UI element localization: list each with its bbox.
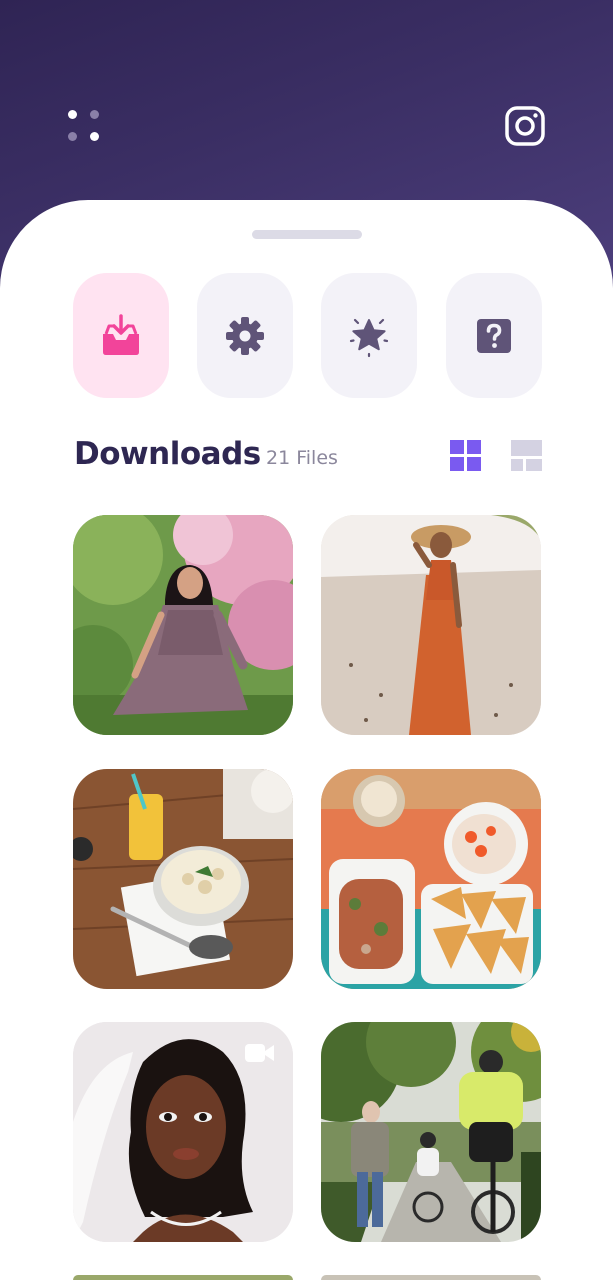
downloads-action-button[interactable] [73, 273, 169, 398]
inbox-download-icon [103, 313, 139, 355]
sheet-handle[interactable] [252, 230, 362, 239]
gallery-thumbnail[interactable] [321, 1022, 541, 1242]
menu-dots-icon[interactable] [64, 106, 106, 148]
gallery-thumbnail[interactable] [73, 1022, 293, 1242]
gallery-thumbnail[interactable] [73, 769, 293, 989]
photo-avocado-toast-and-chips [321, 769, 541, 989]
gallery-thumbnail[interactable] [73, 515, 293, 735]
gallery-thumbnail[interactable] [321, 769, 541, 989]
help-action-button[interactable] [446, 273, 542, 398]
list-view-icon[interactable] [511, 440, 542, 471]
favorites-action-button[interactable] [321, 273, 417, 398]
files-count: 21 Files [266, 447, 338, 469]
photo-soup-and-juice [73, 769, 293, 989]
gallery-thumbnail[interactable] [321, 1275, 541, 1280]
question-icon [477, 318, 511, 353]
photo-people-on-park-path [321, 1022, 541, 1242]
gallery-thumbnail[interactable] [73, 1275, 293, 1280]
gear-icon [226, 316, 264, 355]
grid-view-icon[interactable] [450, 440, 481, 471]
photo-woman-in-garden [73, 515, 293, 735]
photo-woman-on-beach [321, 515, 541, 735]
section-title: Downloads [74, 436, 261, 472]
video-camera-icon [245, 1042, 275, 1064]
gallery-thumbnail[interactable] [321, 515, 541, 735]
star-icon [349, 318, 389, 357]
instagram-icon[interactable] [505, 106, 545, 146]
settings-action-button[interactable] [197, 273, 293, 398]
